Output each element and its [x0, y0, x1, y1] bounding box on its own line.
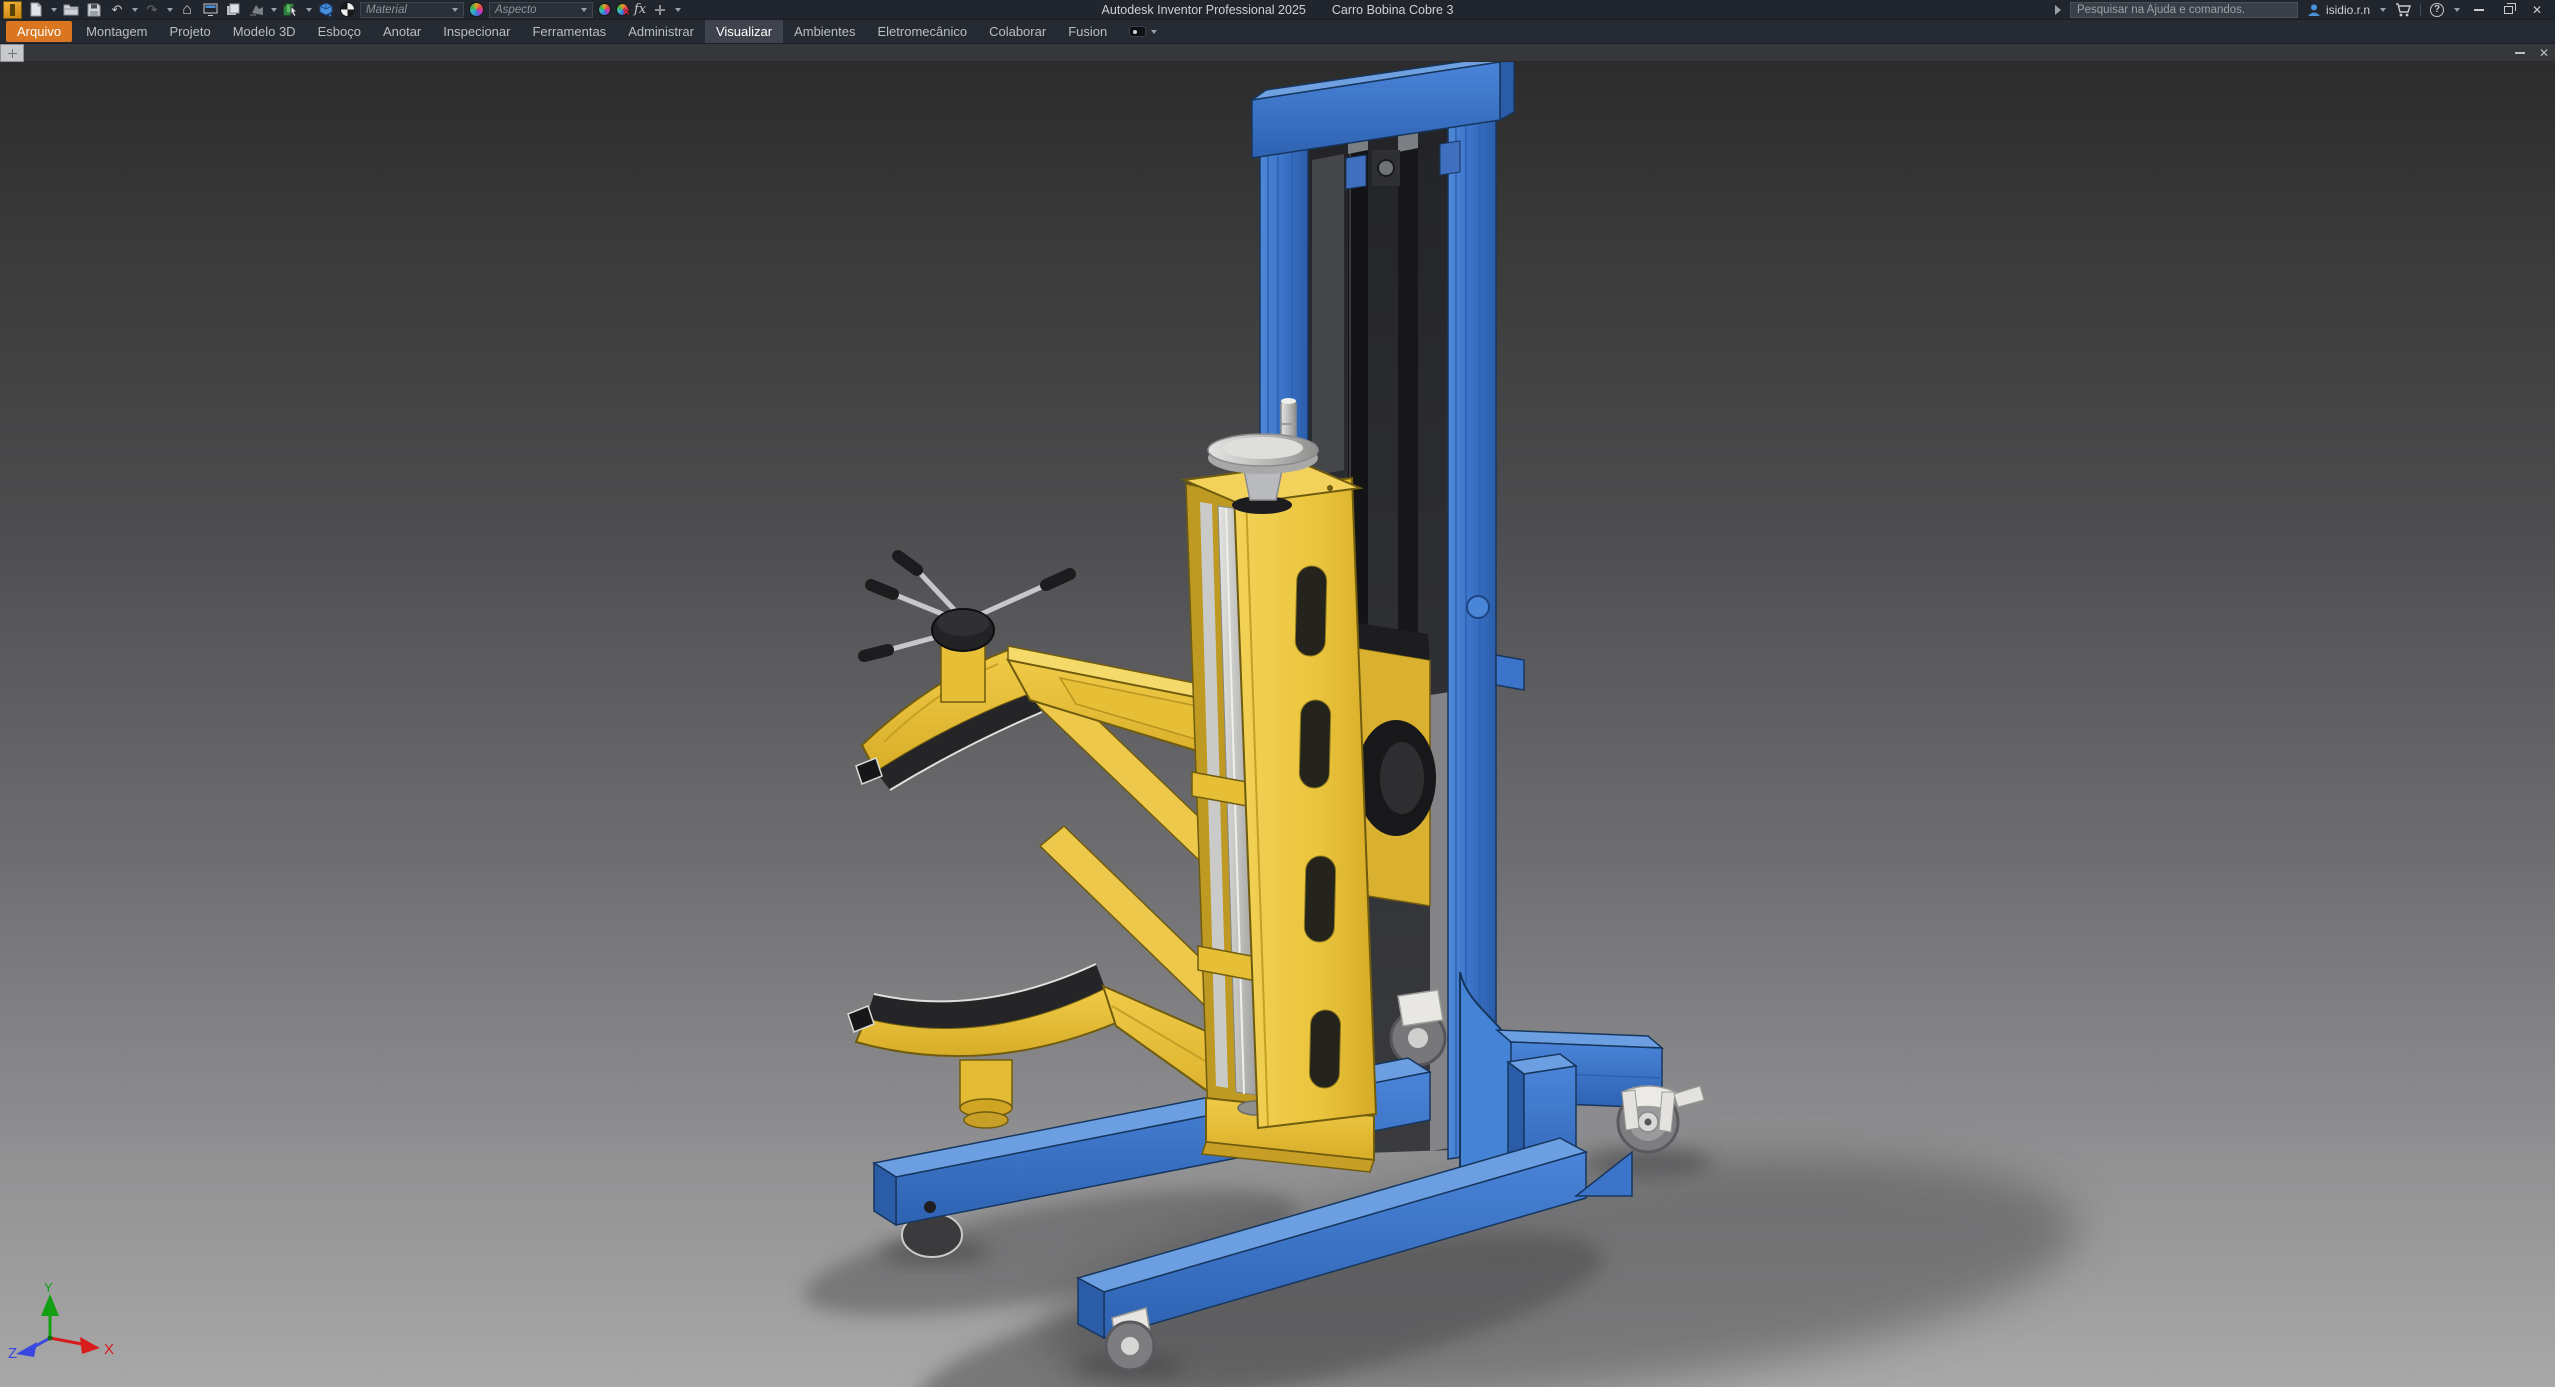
divider	[2420, 4, 2421, 16]
tab-modelo-3d[interactable]: Modelo 3D	[222, 20, 307, 43]
front-caster[interactable]	[1106, 1308, 1154, 1370]
add-command-icon[interactable]	[651, 2, 669, 18]
material-ball-icon[interactable]	[340, 2, 355, 17]
new-file-dropdown[interactable]	[51, 8, 57, 12]
ribbon-collapsed-strip: ✕	[0, 44, 2555, 62]
tab-camera[interactable]	[1118, 20, 1168, 43]
appearance-combo-caret	[581, 8, 587, 12]
window-restore-button[interactable]	[2498, 3, 2518, 17]
screen-view-icon[interactable]	[201, 2, 219, 18]
axis-triad: Y Z X	[8, 1280, 114, 1362]
app-title: Autodesk Inventor Professional 2025	[1102, 3, 1306, 17]
search-expand-icon[interactable]	[2054, 5, 2061, 15]
redo-icon[interactable]: ↷	[143, 2, 161, 18]
redo-dropdown[interactable]	[167, 8, 173, 12]
document-close-button[interactable]: ✕	[2539, 47, 2549, 59]
adjust-appearance-icon[interactable]	[598, 3, 611, 16]
axis-y-label: Y	[44, 1280, 53, 1295]
tab-colaborar[interactable]: Colaborar	[978, 20, 1057, 43]
user-name: isidio.r.n	[2326, 3, 2370, 17]
search-input[interactable]	[2070, 2, 2298, 18]
3d-viewport[interactable]: Y Z X	[0, 62, 2555, 1387]
document-minimize-button[interactable]	[2515, 52, 2525, 54]
parameters-fx-icon[interactable]: fx	[634, 2, 646, 17]
tab-arquivo[interactable]: Arquivo	[6, 21, 72, 42]
return-icon[interactable]	[317, 2, 335, 18]
viewport-3d-model[interactable]: Y Z X	[0, 62, 2555, 1387]
ribbon-tab-bar: Arquivo Montagem Projeto Modelo 3D Esboç…	[0, 20, 2555, 44]
help-dropdown[interactable]	[2454, 8, 2460, 12]
axis-x-label: X	[104, 1341, 114, 1358]
user-avatar-icon	[2307, 3, 2321, 17]
select-icon[interactable]	[282, 2, 300, 18]
tab-administrar[interactable]: Administrar	[617, 20, 705, 43]
help-icon[interactable]: ?	[2430, 3, 2444, 17]
rear-caster[interactable]	[1391, 990, 1445, 1065]
update-icon[interactable]	[247, 2, 265, 18]
camera-dropdown	[1151, 30, 1157, 34]
document-window-controls: ✕	[2515, 44, 2549, 62]
appearance-combo[interactable]: Aspecto	[489, 2, 593, 18]
plus-icon	[8, 49, 17, 58]
undo-icon[interactable]: ↶	[108, 2, 126, 18]
material-combo-value: Material	[366, 4, 407, 16]
home-view-icon[interactable]: ⌂	[178, 2, 196, 18]
clear-appearance-icon[interactable]: ✕	[616, 3, 629, 16]
tab-inspecionar[interactable]: Inspecionar	[432, 20, 521, 43]
right-caster[interactable]	[1618, 1086, 1704, 1152]
material-combo[interactable]: Material	[360, 2, 464, 18]
appearance-wheel-icon[interactable]	[469, 2, 484, 17]
tab-visualizar[interactable]: Visualizar	[705, 20, 783, 43]
material-combo-caret	[452, 8, 458, 12]
window-minimize-button[interactable]	[2469, 3, 2489, 17]
select-dropdown[interactable]	[306, 8, 312, 12]
tab-anotar[interactable]: Anotar	[372, 20, 432, 43]
axis-z-label: Z	[8, 1345, 17, 1362]
qat-customize-dropdown[interactable]	[675, 8, 681, 12]
star-handle-knob[interactable]	[864, 556, 1070, 656]
inventor-app-button[interactable]	[3, 1, 22, 19]
lift-carriage[interactable]	[1184, 464, 1376, 1172]
user-dropdown[interactable]	[2380, 8, 2386, 12]
new-file-icon[interactable]	[27, 2, 45, 18]
copy-screen-icon[interactable]	[224, 2, 242, 18]
titlebar-right: isidio.r.n ? ✕	[2054, 0, 2555, 19]
document-title: Carro Bobina Cobre 3	[1332, 3, 1454, 17]
camera-icon	[1129, 26, 1146, 37]
undo-dropdown[interactable]	[132, 8, 138, 12]
store-cart-icon[interactable]	[2395, 3, 2411, 17]
tab-projeto[interactable]: Projeto	[159, 20, 222, 43]
user-chip[interactable]: isidio.r.n	[2307, 3, 2370, 17]
quick-access-toolbar: ↶ ↷ ⌂ Material Aspecto ✕ fx	[0, 0, 681, 19]
save-icon[interactable]	[85, 2, 103, 18]
open-folder-icon[interactable]	[62, 2, 80, 18]
tab-eletromecanico[interactable]: Eletromecânico	[866, 20, 978, 43]
appearance-combo-value: Aspecto	[495, 4, 537, 16]
tab-ferramentas[interactable]: Ferramentas	[521, 20, 617, 43]
update-dropdown[interactable]	[271, 8, 277, 12]
tab-montagem[interactable]: Montagem	[75, 20, 158, 43]
tab-fusion[interactable]: Fusion	[1057, 20, 1118, 43]
title-bar: ↶ ↷ ⌂ Material Aspecto ✕ fx	[0, 0, 2555, 20]
tab-esboco[interactable]: Esboço	[307, 20, 372, 43]
tab-ambientes[interactable]: Ambientes	[783, 20, 866, 43]
browser-expand-button[interactable]	[0, 44, 24, 62]
window-close-button[interactable]: ✕	[2527, 3, 2547, 17]
